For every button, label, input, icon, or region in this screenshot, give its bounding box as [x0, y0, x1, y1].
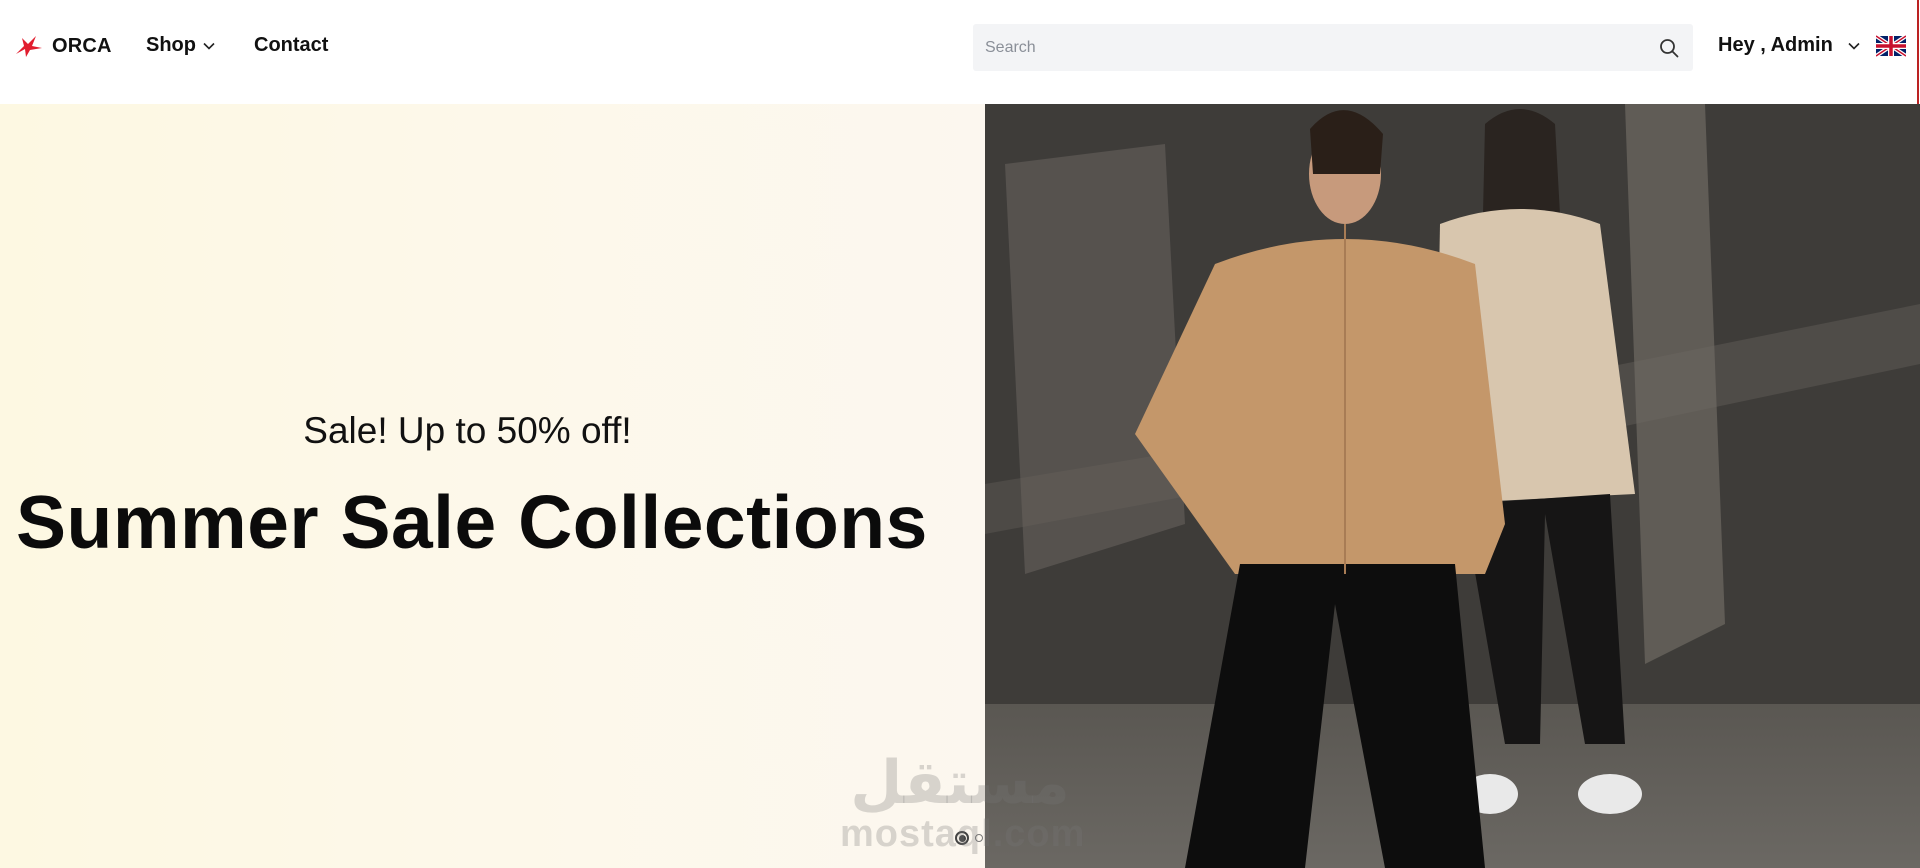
logo-text: ORCA	[52, 34, 112, 57]
hero-title: Summer Sale Collections	[16, 480, 928, 564]
chevron-down-icon	[203, 42, 215, 50]
hero-image	[985, 104, 1920, 868]
main-nav: Shop Contact	[146, 34, 328, 57]
hero-banner: Sale! Up to 50% off! Summer Sale Collect…	[0, 104, 1920, 868]
orca-logo-icon	[16, 36, 42, 57]
carousel-dot-1[interactable]	[955, 831, 969, 845]
chevron-down-icon	[1848, 42, 1860, 50]
logo[interactable]: ORCA	[14, 34, 112, 58]
carousel-dot-2[interactable]	[975, 834, 983, 842]
hero-text-panel: Sale! Up to 50% off! Summer Sale Collect…	[0, 104, 985, 868]
nav-item-shop[interactable]: Shop	[146, 34, 216, 57]
search-input[interactable]	[973, 24, 1645, 71]
carousel-dots	[955, 831, 983, 845]
user-menu[interactable]: Hey , Admin	[1718, 34, 1861, 57]
uk-flag-icon[interactable]	[1876, 35, 1906, 57]
search-bar	[973, 24, 1693, 71]
nav-item-contact[interactable]: Contact	[254, 34, 328, 57]
nav-item-contact-label: Contact	[254, 34, 329, 56]
fashion-models-image	[985, 104, 1920, 868]
header: ORCA Shop Contact Hey , Admin	[0, 0, 1920, 104]
user-greeting: Hey , Admin	[1718, 34, 1833, 56]
search-icon	[1660, 38, 1679, 57]
search-button[interactable]	[1645, 24, 1693, 71]
hero-subtitle: Sale! Up to 50% off!	[303, 410, 632, 451]
nav-item-shop-label: Shop	[146, 34, 196, 56]
